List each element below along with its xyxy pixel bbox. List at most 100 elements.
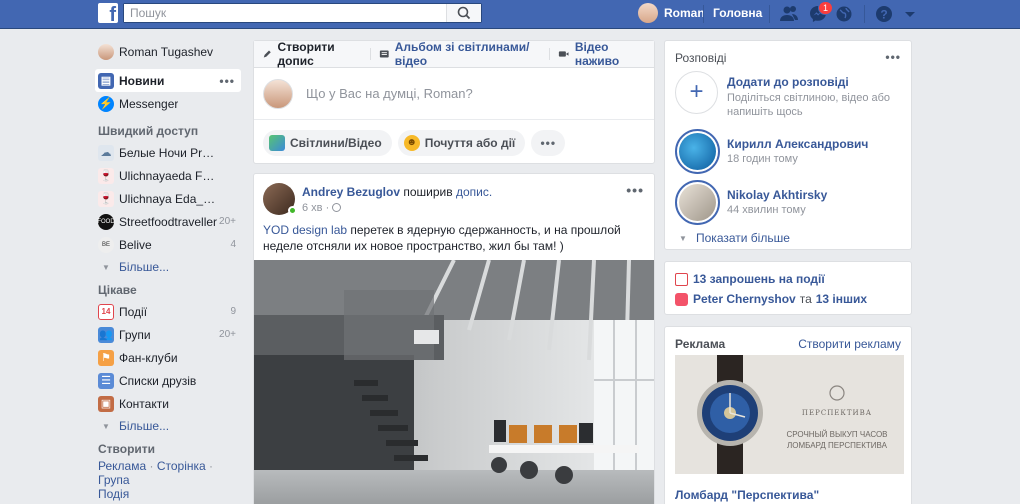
pencil-icon	[263, 50, 271, 58]
story-item[interactable]: Nikolay Akhtirsky 44 хвилин тому	[665, 180, 911, 231]
notification-count: 20+	[219, 216, 236, 227]
event-invites-row[interactable]: 13 запрошень на події	[665, 269, 911, 289]
sidebar-item-label: Ulichnaya Eda_Pre...	[119, 191, 219, 206]
profile-link[interactable]: Roman	[638, 3, 705, 23]
more-options-icon[interactable]: •••	[885, 50, 901, 64]
sidebar-item-news-feed[interactable]: ▤ Новини •••	[95, 69, 241, 92]
calendar-icon	[675, 272, 688, 286]
online-status-dot	[288, 206, 297, 215]
see-more-explore[interactable]: ▼ Більше...	[98, 415, 244, 437]
sidebar-item-label: Belive	[119, 237, 152, 252]
chevron-down-icon: ▼	[102, 262, 110, 272]
groups-icon: 👥	[98, 326, 114, 343]
photo-video-button[interactable]: Світлини/Відео	[263, 130, 392, 156]
sidebar-item-label: Події	[119, 304, 148, 319]
composer-placeholder[interactable]: Що у Вас на думці, Roman?	[306, 86, 473, 101]
sidebar-item-label: Белые Ночи Previ...	[119, 145, 219, 160]
see-more-shortcuts[interactable]: ▼ Більше...	[98, 256, 244, 278]
ads-header: Реклама Створити рекламу	[665, 327, 911, 357]
search-box	[123, 3, 482, 23]
tab-live-video[interactable]: Відео наживо	[550, 40, 654, 68]
timestamp[interactable]: 6 хв	[302, 202, 323, 214]
sidebar-item-shortcut[interactable]: 🍷 Ulichnaya Eda_Pre...	[98, 187, 244, 210]
sidebar-item-friend-lists[interactable]: ☰ Списки друзів	[98, 369, 244, 392]
sidebar-item-pages[interactable]: ⚑ Фан-клуби	[98, 346, 244, 369]
story-time: 44 хвилин тому	[727, 204, 806, 216]
see-more-label: Більше...	[119, 260, 170, 274]
others-link[interactable]: 13 інших	[816, 292, 867, 306]
belive-logo-icon: BE	[98, 236, 114, 253]
more-options-button[interactable]: •••	[531, 130, 566, 156]
story-item[interactable]: Кирилл Александрович 18 годин тому	[665, 129, 911, 180]
composer-input-area[interactable]: Що у Вас на думці, Roman?	[254, 68, 654, 120]
event-invites-link[interactable]: 13 запрошень на події	[693, 272, 825, 286]
news-feed-icon: ▤	[98, 72, 114, 89]
tab-label: Альбом зі світлинами/відео	[394, 40, 530, 68]
story-time: 18 годин тому	[727, 153, 798, 165]
globe-icon[interactable]	[834, 4, 854, 24]
top-bar: f Roman Головна 1 ?	[0, 0, 1020, 29]
search-button[interactable]	[446, 4, 481, 22]
divider	[864, 5, 865, 23]
sidebar-item-shortcut[interactable]: ☁ Белые Ночи Previ...	[98, 141, 244, 164]
post-options-icon[interactable]: •••	[626, 182, 644, 198]
section-title-create: Створити	[98, 442, 156, 456]
more-options-icon[interactable]: •••	[219, 74, 235, 88]
create-links: Реклама · Сторінка · Група Подія	[98, 459, 214, 501]
friends-icon[interactable]	[779, 4, 799, 24]
add-story[interactable]: + Додати до розповіді Поділіться світлин…	[665, 71, 911, 129]
streetfood-logo-icon: FOOD	[97, 213, 115, 230]
sidebar-item-contacts[interactable]: ▣ Контакти	[98, 392, 244, 415]
post-composer: Створити допис Альбом зі світлинами/віде…	[253, 40, 655, 164]
create-event-link[interactable]: Подія	[98, 487, 129, 501]
sidebar-item-groups[interactable]: 👥 Групи 20+	[98, 323, 244, 346]
ad-name-link[interactable]: Ломбард "Перспектива"	[675, 488, 819, 502]
search-input[interactable]	[124, 4, 444, 22]
avatar	[98, 43, 114, 60]
post-photo[interactable]	[254, 260, 654, 504]
post-meta: 6 хв ·	[302, 202, 342, 214]
profile-name: Roman	[664, 6, 705, 20]
wine-glass-icon: 🍷	[98, 190, 114, 207]
ad-line-1: СРОЧНЫЙ ВЫКУП ЧАСОВ	[786, 430, 887, 439]
sidebar-item-label: Ulichnayaeda Fami...	[119, 168, 219, 183]
chevron-down-icon: ▼	[102, 421, 110, 431]
author-name[interactable]: Andrey Bezuglov	[302, 185, 400, 199]
notification-count: 4	[230, 239, 236, 250]
plus-icon: +	[675, 71, 718, 114]
sidebar-item-messenger[interactable]: ⚡ Messenger	[98, 92, 244, 115]
story-author: Nikolay Akhtirsky	[727, 188, 828, 202]
button-label: Світлини/Відео	[290, 136, 382, 150]
sidebar-item-label: Списки друзів	[119, 373, 197, 388]
account-menu-chevron-icon[interactable]	[900, 4, 920, 24]
notification-count: 20+	[219, 329, 236, 340]
sidebar-profile[interactable]: Roman Tugashev	[98, 40, 244, 63]
feeling-activity-button[interactable]: ☻ Почуття або дії	[397, 130, 526, 156]
shared-post-link[interactable]: допис.	[456, 185, 492, 199]
story-author: Кирилл Александрович	[727, 137, 869, 151]
create-group-link[interactable]: Група	[98, 473, 130, 487]
button-label: Почуття або дії	[424, 136, 516, 150]
ad-image[interactable]: ПЕРСПЕКТИВА СРОЧНЫЙ ВЫКУП ЧАСОВ ЛОМБАРД …	[675, 355, 904, 474]
wine-glass-icon: 🍷	[98, 167, 114, 184]
tab-create-post[interactable]: Створити допис	[254, 40, 370, 68]
sidebar-item-events[interactable]: 14 Події 9	[98, 300, 244, 323]
facebook-logo-icon[interactable]: f	[98, 3, 118, 23]
stories-header: Розповіді •••	[665, 41, 911, 71]
tab-photo-album[interactable]: Альбом зі світлинами/відео	[371, 40, 549, 68]
sidebar-item-label: Streetfoodtraveller	[119, 214, 218, 229]
create-ad-link[interactable]: Реклама	[98, 459, 146, 473]
sidebar-item-shortcut[interactable]: BE Belive 4	[98, 233, 244, 256]
create-page-link[interactable]: Сторінка	[157, 459, 206, 473]
home-link[interactable]: Головна	[713, 6, 762, 20]
friend-link[interactable]: Peter Chernyshov	[693, 292, 796, 306]
help-icon[interactable]: ?	[874, 4, 894, 24]
sidebar-item-shortcut[interactable]: 🍷 Ulichnayaeda Fami...	[98, 164, 244, 187]
stories-panel: Розповіді ••• + Додати до розповіді Поді…	[664, 40, 912, 250]
contact-card-icon: ▣	[98, 395, 114, 412]
page-mention-link[interactable]: YOD design lab	[263, 223, 347, 237]
create-ad-link[interactable]: Створити рекламу	[798, 337, 901, 351]
sidebar-item-shortcut[interactable]: FOOD Streetfoodtraveller 20+	[97, 210, 244, 233]
sidebar-item-label: Новини	[119, 73, 165, 88]
avatar	[263, 78, 293, 109]
